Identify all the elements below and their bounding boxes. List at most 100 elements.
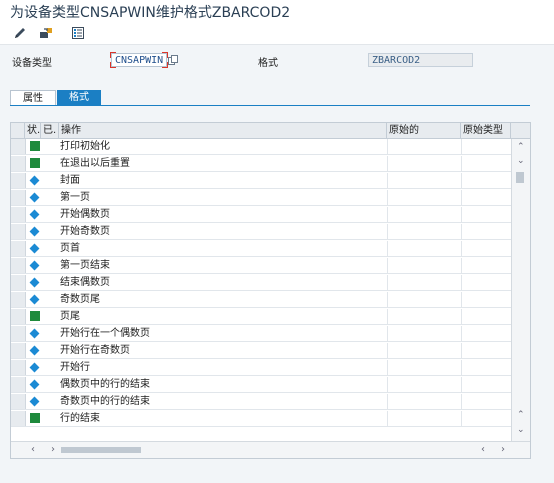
title-bar: 为设备类型CNSAPWIN维护格式ZBARCOD2: [0, 0, 554, 22]
original-cell: [387, 377, 462, 392]
row-selector[interactable]: [11, 326, 26, 341]
original-type-cell: [461, 326, 512, 341]
original-cell: [387, 258, 462, 273]
select-all-cell[interactable]: [11, 123, 25, 138]
original-type-cell: [461, 139, 512, 154]
blue-diamond-icon: [29, 192, 40, 203]
vertical-scroll-thumb[interactable]: [516, 172, 524, 183]
row-selector[interactable]: [11, 292, 26, 307]
original-cell: [387, 190, 462, 205]
scroll-down-icon[interactable]: ⌄: [517, 156, 525, 166]
list-icon[interactable]: [70, 25, 86, 41]
original-type-cell: [461, 258, 512, 273]
vertical-scrollbar[interactable]: ⌃ ⌄ ⌃ ⌄: [511, 139, 530, 441]
operation-label: 封面: [60, 175, 80, 186]
table-row[interactable]: 封面: [11, 173, 511, 189]
table-row[interactable]: 页首: [11, 241, 511, 257]
row-selector[interactable]: [11, 156, 26, 171]
original-type-cell: [461, 360, 512, 375]
table-row[interactable]: 第一页结束: [11, 258, 511, 274]
scroll-up-icon[interactable]: ⌃: [517, 410, 525, 420]
tab-attributes[interactable]: 属性: [10, 90, 56, 105]
blue-diamond-icon: [29, 175, 40, 186]
horizontal-scroll-thumb[interactable]: [61, 447, 141, 453]
col-status[interactable]: 状.: [25, 123, 41, 138]
table-row[interactable]: 奇数页尾: [11, 292, 511, 308]
row-selector[interactable]: [11, 241, 26, 256]
row-selector[interactable]: [11, 173, 26, 188]
col-original-type[interactable]: 原始类型: [461, 123, 511, 138]
original-type-cell: [461, 411, 512, 426]
scroll-up-icon[interactable]: ⌃: [517, 142, 525, 152]
table-row[interactable]: 开始行在一个偶数页: [11, 326, 511, 342]
operation-label: 奇数页尾: [60, 294, 100, 305]
toolbar: [0, 22, 554, 45]
table-row[interactable]: 打印初始化: [11, 139, 511, 155]
blue-diamond-icon: [29, 209, 40, 220]
tab-underline: [10, 105, 530, 106]
table-row[interactable]: 页尾: [11, 309, 511, 325]
operation-label: 打印初始化: [60, 141, 110, 152]
device-type-field[interactable]: CNSAPWIN: [110, 52, 168, 68]
original-type-cell: [461, 394, 512, 409]
pencil-icon[interactable]: [12, 25, 28, 41]
row-selector[interactable]: [11, 360, 26, 375]
original-type-cell: [461, 292, 512, 307]
tab-format[interactable]: 格式: [57, 90, 101, 105]
row-selector[interactable]: [11, 411, 26, 426]
original-type-cell: [461, 309, 512, 324]
col-done[interactable]: 已.: [41, 123, 59, 138]
original-cell: [387, 207, 462, 222]
row-selector[interactable]: [11, 190, 26, 205]
original-cell: [387, 394, 462, 409]
original-cell: [387, 241, 462, 256]
table-row[interactable]: 开始行: [11, 360, 511, 376]
scroll-right-icon[interactable]: ›: [501, 444, 505, 455]
operation-label: 第一页: [60, 192, 90, 203]
format-field: ZBARCOD2: [368, 53, 473, 67]
table-row[interactable]: 在退出以后重置: [11, 156, 511, 172]
original-type-cell: [461, 156, 512, 171]
operation-label: 页首: [60, 243, 80, 254]
table-row[interactable]: 第一页: [11, 190, 511, 206]
operation-label: 页尾: [60, 311, 80, 322]
original-cell: [387, 224, 462, 239]
operation-label: 结束偶数页: [60, 277, 110, 288]
row-selector[interactable]: [11, 377, 26, 392]
row-selector[interactable]: [11, 224, 26, 239]
format-label: 格式: [258, 58, 278, 69]
device-type-label: 设备类型: [12, 58, 52, 69]
col-original[interactable]: 原始的: [387, 123, 461, 138]
table-row[interactable]: 偶数页中的行的结束: [11, 377, 511, 393]
table-row[interactable]: 开始奇数页: [11, 224, 511, 240]
row-selector[interactable]: [11, 394, 26, 409]
blue-diamond-icon: [29, 328, 40, 339]
row-selector[interactable]: [11, 343, 26, 358]
row-selector[interactable]: [11, 258, 26, 273]
row-selector[interactable]: [11, 139, 26, 154]
original-cell: [387, 309, 462, 324]
blue-diamond-icon: [29, 260, 40, 271]
blue-diamond-icon: [29, 345, 40, 356]
scroll-left-icon[interactable]: ‹: [481, 444, 485, 455]
table-row[interactable]: 行的结束: [11, 411, 511, 427]
row-selector[interactable]: [11, 275, 26, 290]
horizontal-scrollbar[interactable]: ‹ › ‹ ›: [11, 441, 530, 458]
table-row[interactable]: 奇数页中的行的结束: [11, 394, 511, 410]
col-operation[interactable]: 操作: [59, 123, 387, 138]
original-type-cell: [461, 224, 512, 239]
value-help-icon[interactable]: [168, 55, 178, 65]
original-cell: [387, 139, 462, 154]
transport-icon[interactable]: [38, 25, 54, 41]
original-type-cell: [461, 190, 512, 205]
scroll-down-icon[interactable]: ⌄: [517, 425, 525, 435]
row-selector[interactable]: [11, 309, 26, 324]
scroll-left-icon[interactable]: ‹: [31, 444, 35, 455]
table-row[interactable]: 开始偶数页: [11, 207, 511, 223]
scroll-right-icon[interactable]: ›: [51, 444, 55, 455]
blue-diamond-icon: [29, 362, 40, 373]
row-selector[interactable]: [11, 207, 26, 222]
table-row[interactable]: 开始行在奇数页: [11, 343, 511, 359]
table-row[interactable]: 结束偶数页: [11, 275, 511, 291]
operation-label: 行的结束: [60, 413, 100, 424]
